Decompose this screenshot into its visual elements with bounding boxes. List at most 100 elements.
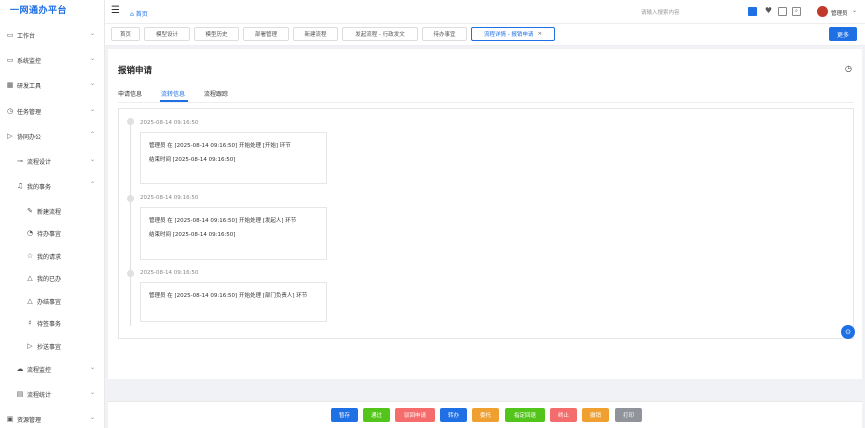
sidebar-item-my-done[interactable]: △ 我的已办 — [0, 272, 105, 284]
sidebar-item-cc[interactable]: ▷ 抄送事宜 — [0, 340, 105, 352]
sidebar-item-dev-tools[interactable]: ▦ 研发工具 ⌄ — [0, 79, 105, 91]
sidebar-item-flow-design[interactable]: ⊸ 流程设计 ⌄ — [0, 155, 105, 167]
timeline-text: 管理员 在 [2025-08-14 09:16:50] 开始处理 [部门负责人]… — [149, 293, 308, 299]
approve-button[interactable]: 通过 — [363, 408, 390, 422]
timeline-dot — [127, 195, 134, 202]
print-button[interactable]: 打印 — [615, 408, 642, 422]
tab-deploy-manage[interactable]: 部署管理 — [243, 27, 289, 41]
search-input[interactable]: 请输入搜索内容 — [641, 8, 680, 16]
sidebar-item-collab-office[interactable]: ▷ 协同办公 ⌃ — [0, 130, 105, 142]
revoke-button[interactable]: 撤销 — [582, 408, 609, 422]
tab-new-flow[interactable]: 新建流程 — [293, 27, 338, 41]
close-icon[interactable]: × — [537, 31, 542, 37]
terminate-button[interactable]: 终止 — [550, 408, 577, 422]
subtab-flow-trace[interactable]: 流程跟踪 — [204, 89, 228, 98]
timeline-time: 2025-08-14 09:16:50 — [140, 195, 199, 201]
reject-button[interactable]: 驳回申请 — [395, 408, 435, 422]
subtab-flow-info[interactable]: 流转信息 — [161, 89, 185, 98]
more-button[interactable]: 更多 — [829, 27, 857, 41]
subtab-active-indicator — [160, 100, 188, 102]
app-logo: 一网通办平台 — [10, 6, 68, 16]
sidebar-item-system-monitor[interactable]: ▭ 系统监控 ⌄ — [0, 54, 105, 66]
chevron-down-icon: ⌄ — [89, 389, 95, 396]
chevron-down-icon[interactable]: ⌄ — [852, 7, 857, 14]
sidebar-item-new-flow[interactable]: ✎ 新建流程 — [0, 205, 105, 217]
tab-model-history[interactable]: 模型历史 — [194, 27, 239, 41]
star-icon: ☆ — [26, 252, 34, 260]
triangle-icon: △ — [27, 297, 33, 305]
layout-icon[interactable] — [748, 7, 757, 16]
chart-icon: ▤ — [16, 390, 24, 398]
send-icon: ▷ — [27, 342, 33, 350]
chevron-up-icon: ⌃ — [89, 131, 95, 138]
sidebar-item-todo[interactable]: ◔ 待办事宜 — [0, 227, 105, 239]
timeline-item: 管理员 在 [2025-08-14 09:16:50] 开始处理 [开始] 环节… — [140, 132, 327, 184]
sidebar-item-completed[interactable]: △ 办结事宜 — [0, 295, 105, 307]
bell-icon: ♫ — [16, 182, 24, 190]
action-bar: 暂存 通过 驳回申请 转办 委托 指定回退 终止 撤销 打印 — [108, 401, 862, 428]
avatar[interactable] — [817, 6, 828, 17]
timeline-end-time: 结束时间 [2025-08-14 09:16:50] — [149, 157, 236, 163]
sidebar-item-task-manage[interactable]: ◷ 任务管理 ⌄ — [0, 105, 105, 117]
sign-icon: ♯ — [28, 319, 32, 327]
float-action-button[interactable]: ⊙ — [841, 325, 855, 339]
sidebar-item-flow-stats[interactable]: ▤ 流程统计 ⌄ — [0, 388, 105, 400]
top-bar: ☰ ⌂ 首页 请输入搜索内容 ♥ ⌕ 管理员 ⌄ — [105, 0, 865, 24]
history-icon[interactable]: ◷ — [845, 64, 852, 73]
chevron-down-icon: ⌄ — [89, 30, 95, 37]
sidebar-item-workbench[interactable]: ▭ 工作台 ⌄ — [0, 29, 105, 41]
sidebar-item-to-sign[interactable]: ♯ 待签事务 — [0, 317, 105, 329]
timeline-item: 管理员 在 [2025-08-14 09:16:50] 开始处理 [部门负责人]… — [140, 282, 327, 322]
user-name[interactable]: 管理员 — [831, 9, 848, 17]
home-icon: ⌂ — [130, 11, 134, 18]
transfer-button[interactable]: 转办 — [440, 408, 467, 422]
chevron-up-icon: ⌃ — [89, 181, 95, 188]
timeline-time: 2025-08-14 09:16:50 — [140, 120, 199, 126]
triangle-icon: △ — [27, 274, 33, 282]
monitor-icon: ▭ — [6, 56, 14, 64]
send-icon: ▷ — [7, 132, 13, 140]
tab-model-design[interactable]: 模型设计 — [144, 27, 190, 41]
edit-icon: ✎ — [27, 207, 33, 215]
sidebar-item-flow-monitor[interactable]: ☁ 流程监控 ⌄ — [0, 363, 105, 375]
timeline-line — [130, 118, 131, 326]
subtab-apply-info[interactable]: 申请信息 — [118, 89, 142, 98]
main-card: 报销申请 ◷ 申请信息 流转信息 流程跟踪 2025-08-14 09:16:5… — [108, 49, 862, 379]
timeline-dot — [127, 118, 134, 125]
chevron-down-icon: ⌄ — [89, 55, 95, 62]
timeline-time: 2025-08-14 09:16:50 — [140, 270, 199, 276]
cloud-icon: ☁ — [16, 365, 24, 373]
return-button[interactable]: 指定回退 — [505, 408, 545, 422]
fullscreen-icon[interactable] — [778, 7, 787, 16]
save-draft-button[interactable]: 暂存 — [331, 408, 358, 422]
chevron-down-icon: ⌄ — [89, 364, 95, 371]
breadcrumb-home[interactable]: ⌂ 首页 — [130, 9, 148, 18]
timeline-text: 管理员 在 [2025-08-14 09:16:50] 开始处理 [开始] 环节 — [149, 143, 291, 149]
tab-launch-flow[interactable]: 发起流程 - 行政发文 — [342, 27, 418, 41]
page-title: 报销申请 — [118, 66, 153, 76]
timeline-text: 管理员 在 [2025-08-14 09:16:50] 开始处理 [发起人] 环… — [149, 218, 297, 224]
tab-home[interactable]: 首页 — [111, 27, 140, 41]
tab-flow-detail[interactable]: 流程详情 - 报销申请 × — [471, 27, 555, 41]
chevron-down-icon: ⌄ — [89, 106, 95, 113]
timeline-dot — [127, 270, 134, 277]
chevron-down-icon: ⌄ — [89, 80, 95, 87]
sidebar-item-my-requests[interactable]: ☆ 我的请求 — [0, 250, 105, 262]
sidebar-item-my-affairs[interactable]: ♫ 我的事务 ⌃ — [0, 180, 105, 192]
search-icon[interactable]: ⌕ — [792, 7, 801, 16]
sidebar: 一网通办平台 ▭ 工作台 ⌄ ▭ 系统监控 ⌄ ▦ 研发工具 ⌄ ◷ 任务管理 ⌄ ▷ 协同办公 ⌃… — [0, 0, 105, 428]
settings-icon: ⊙ — [845, 328, 851, 336]
subtab-divider — [118, 102, 854, 103]
task-icon: ◷ — [6, 107, 14, 115]
sidebar-item-resource-manage[interactable]: ▣ 资源管理 ⌄ — [0, 413, 105, 425]
delegate-button[interactable]: 委托 — [472, 408, 499, 422]
hamburger-menu-icon[interactable]: ☰ — [111, 6, 120, 16]
flow-timeline: 2025-08-14 09:16:50 管理员 在 [2025-08-14 09… — [118, 108, 854, 339]
tab-todo[interactable]: 待办事宜 — [422, 27, 467, 41]
shirt-icon[interactable]: ♥ — [764, 7, 773, 16]
monitor-icon: ▭ — [6, 31, 14, 39]
chevron-down-icon: ⌄ — [89, 156, 95, 163]
clock-icon: ◔ — [26, 229, 34, 237]
chevron-down-icon: ⌄ — [89, 414, 95, 421]
resource-icon: ▣ — [6, 415, 14, 423]
